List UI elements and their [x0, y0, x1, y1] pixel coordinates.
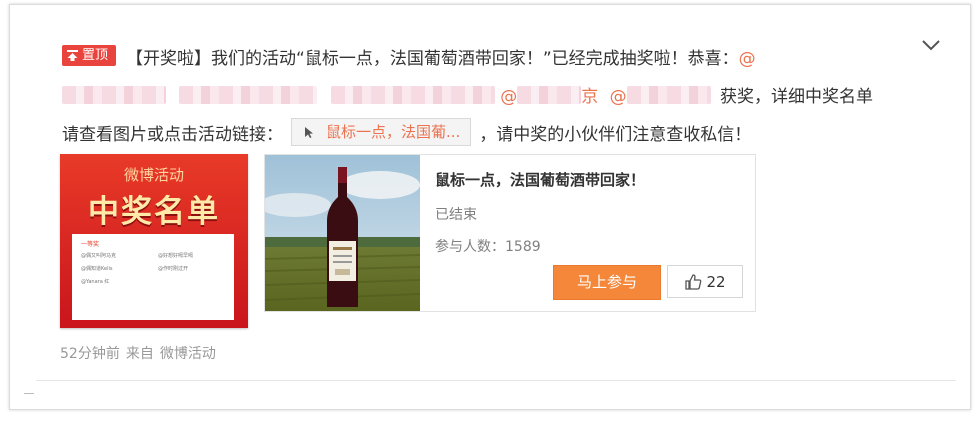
activity-link[interactable]: 鼠标一点，法国葡... [291, 118, 472, 146]
instruction-text: 请查看图片或点击活动链接： [62, 125, 283, 145]
mention-link[interactable]: @ [739, 49, 756, 69]
participant-count: 参与人数：1589 [435, 239, 541, 255]
winner-row: @Yanara 红 [81, 279, 110, 285]
pin-icon [67, 50, 78, 61]
mention-link[interactable]: @ [500, 87, 517, 107]
winner-row: @好想好嗝早嗝 [158, 253, 194, 259]
redacted-username [330, 86, 495, 104]
poster-sheet: 一等奖 @偶又叫阿马克 @好想好嗝早嗝 @偶知道Kelis @作时刚过开 @Ya… [72, 234, 234, 320]
winner-row: @作时刚过开 [158, 266, 189, 272]
activity-title[interactable]: 鼠标一点，法国葡萄酒带回家！ [435, 169, 645, 190]
post-source[interactable]: 微博活动 [160, 346, 216, 362]
join-now-button[interactable]: 马上参与 [553, 265, 661, 300]
redacted-username [517, 86, 582, 104]
like-button[interactable]: 22 [667, 265, 743, 298]
link-icon [305, 127, 313, 138]
mention-partial-name[interactable]: 京 [581, 87, 598, 107]
activity-link-label: 鼠标一点，法国葡... [326, 123, 461, 141]
wine-photo[interactable] [265, 155, 420, 311]
redacted-username [179, 86, 318, 104]
winners-list-image[interactable]: 微博活动 中奖名单 一等奖 @偶又叫阿马克 @好想好嗝早嗝 @偶知道Kelis … [60, 154, 248, 328]
post-text: 置顶 【开奖啦】我们的活动“鼠标一点，法国葡萄酒带回家！”已经完成抽奖啦！恭喜：… [62, 40, 932, 154]
post-time[interactable]: 52分钟前 [60, 346, 120, 362]
divider [36, 380, 956, 381]
pin-label: 置顶 [82, 47, 109, 63]
redacted-username [626, 86, 711, 104]
thumbs-up-icon [685, 273, 702, 290]
mention-link[interactable]: @ [610, 87, 627, 107]
post-meta: 52分钟前 来自 微博活动 [60, 343, 216, 363]
notice-text: ，请中奖的小伙伴们注意查收私信！ [479, 125, 752, 145]
like-count: 22 [706, 272, 726, 291]
activity-card[interactable]: 鼠标一点，法国葡萄酒带回家！ 已结束 参与人数：1589 马上参与 22 [264, 154, 756, 312]
poster-title: 中奖名单 [88, 194, 220, 230]
activity-status: 已结束 [435, 207, 477, 223]
winner-row: @偶又叫阿马克 [81, 253, 117, 259]
redacted-username [62, 86, 166, 104]
source-prefix: 来自 [125, 346, 154, 362]
pinned-badge: 置顶 [62, 45, 117, 66]
poster-subtitle: 微博活动 [123, 166, 184, 184]
sheet-heading: 一等奖 [81, 241, 100, 248]
post-intro-text: 【开奖啦】我们的活动“鼠标一点，法国葡萄酒带回家！”已经完成抽奖啦！恭喜： [126, 49, 739, 69]
divider-tick [24, 393, 34, 394]
winners-text: 获奖，详细中奖名单 [720, 87, 874, 107]
winner-row: @偶知道Kelis [81, 266, 113, 272]
